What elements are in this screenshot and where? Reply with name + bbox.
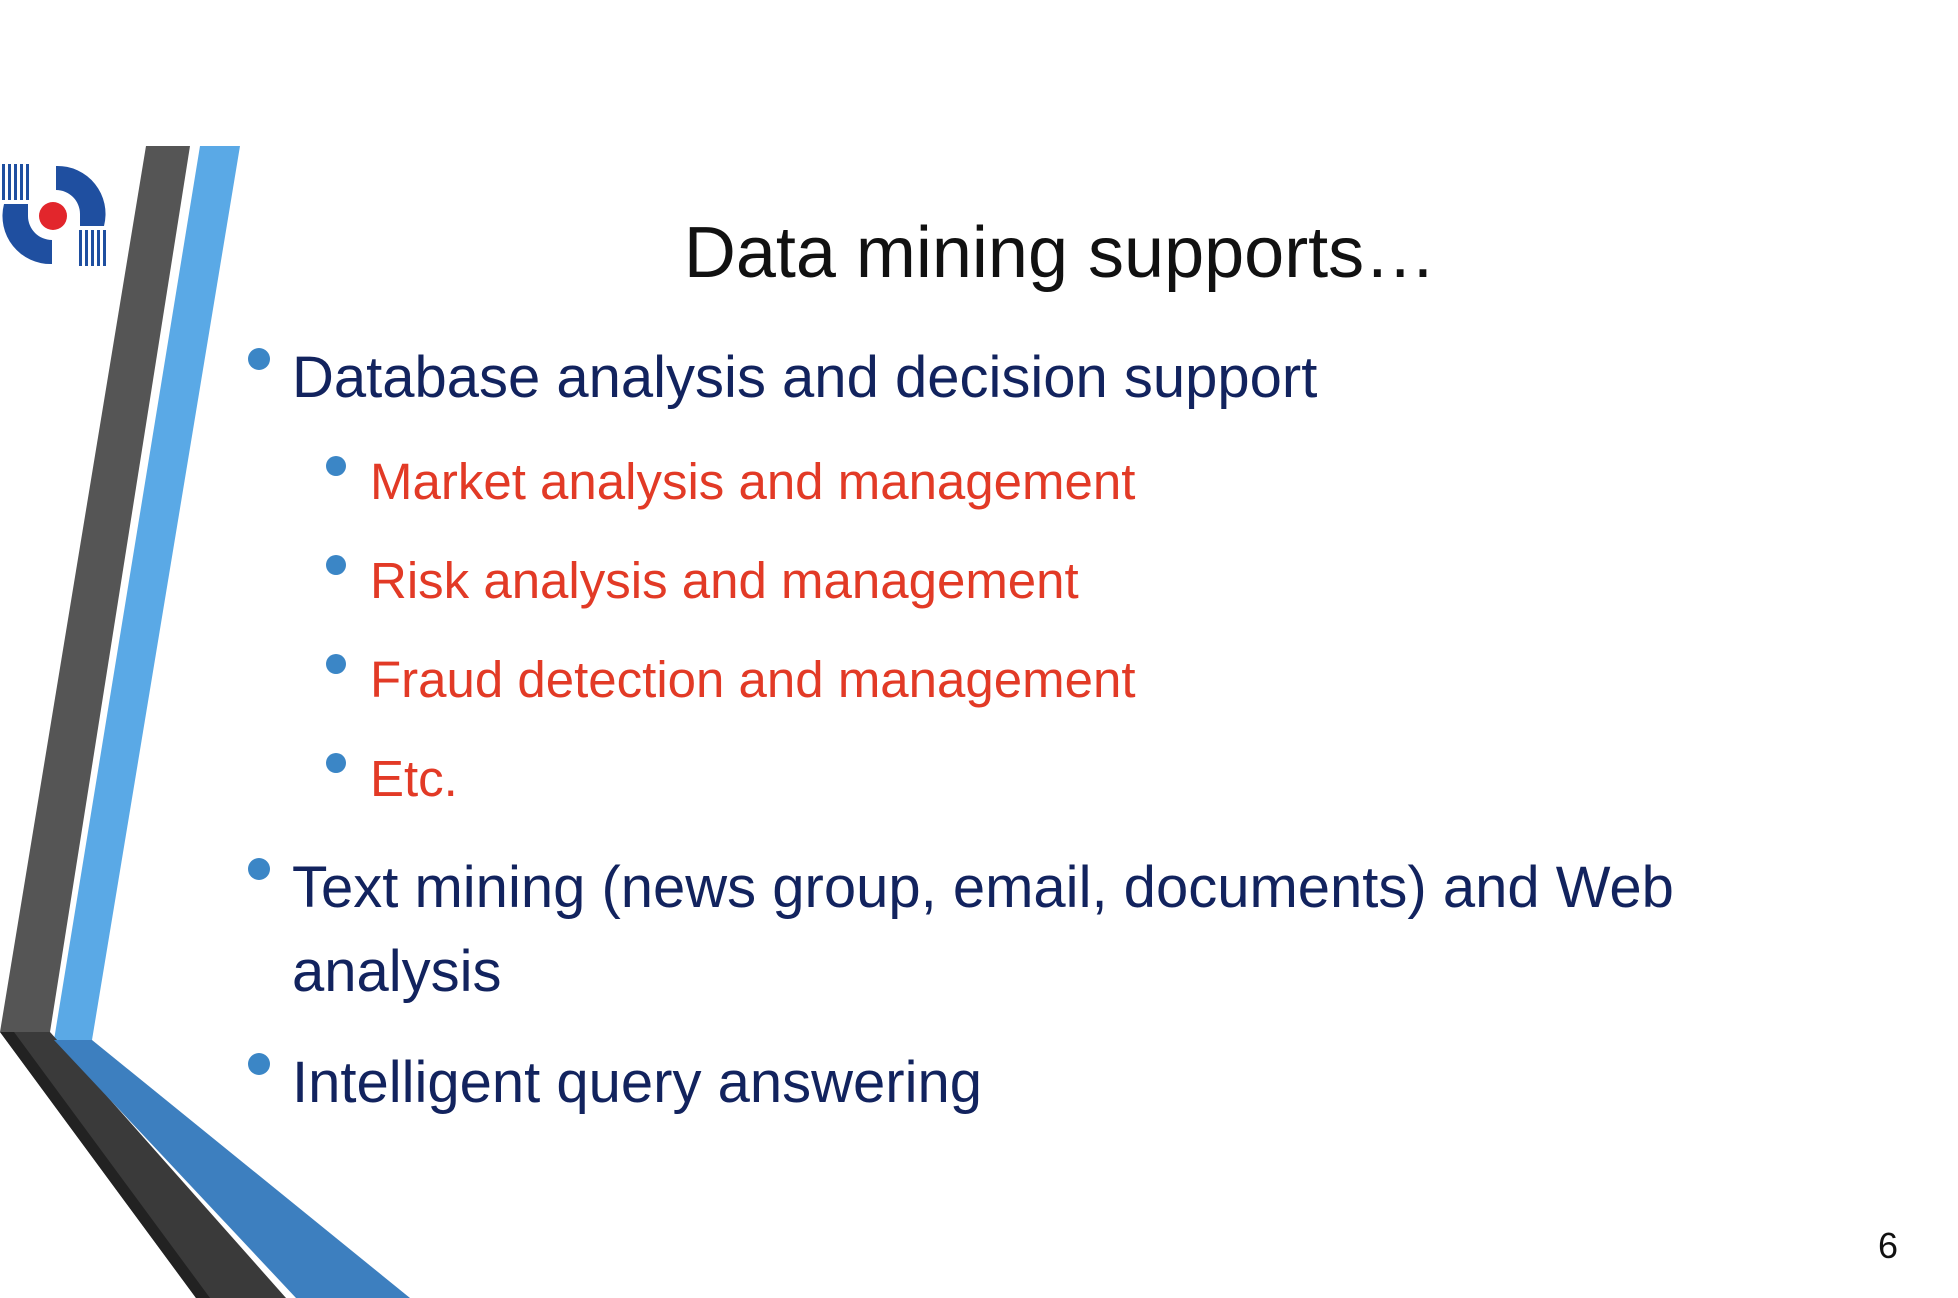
bullet-dot-icon	[248, 858, 270, 880]
bullet-label: Database analysis and decision support	[292, 345, 1318, 410]
bullet-label: Etc.	[370, 750, 458, 807]
bullet-dot-icon	[326, 555, 346, 575]
bullet-dot-icon	[326, 654, 346, 674]
bullet-label: Text mining (news group, email, document…	[292, 855, 1674, 920]
slide-title: Data mining supports…	[683, 213, 1437, 293]
sub-bullet-item-market-analysis: Market analysis and management	[326, 450, 1136, 514]
bullet-dot-icon	[248, 348, 270, 370]
bullet-label: Intelligent query answering	[292, 1050, 982, 1115]
bullet-label: Market analysis and management	[370, 453, 1136, 510]
bullet-label: Fraud detection and management	[370, 651, 1136, 708]
sub-bullet-item-risk-analysis: Risk analysis and management	[326, 549, 1079, 613]
sub-bullet-item-etc: Etc.	[326, 747, 458, 811]
logo-icon	[2, 164, 106, 266]
bullet-item-intelligent-query: Intelligent query answering	[248, 1041, 982, 1125]
bullet-dot-icon	[248, 1053, 270, 1075]
bullet-label-continuation: analysis	[292, 939, 502, 1004]
slide: Data mining supports… Database analysis …	[0, 0, 1958, 1298]
sub-bullet-item-fraud-detection: Fraud detection and management	[326, 648, 1136, 712]
page-number: 6	[1877, 1225, 1898, 1266]
bullet-dot-icon	[326, 456, 346, 476]
bullet-dot-icon	[326, 753, 346, 773]
bullet-label: Risk analysis and management	[370, 552, 1079, 609]
bullet-item-database-analysis: Database analysis and decision support	[248, 336, 1318, 420]
bullet-item-text-mining: Text mining (news group, email, document…	[248, 846, 1674, 1014]
